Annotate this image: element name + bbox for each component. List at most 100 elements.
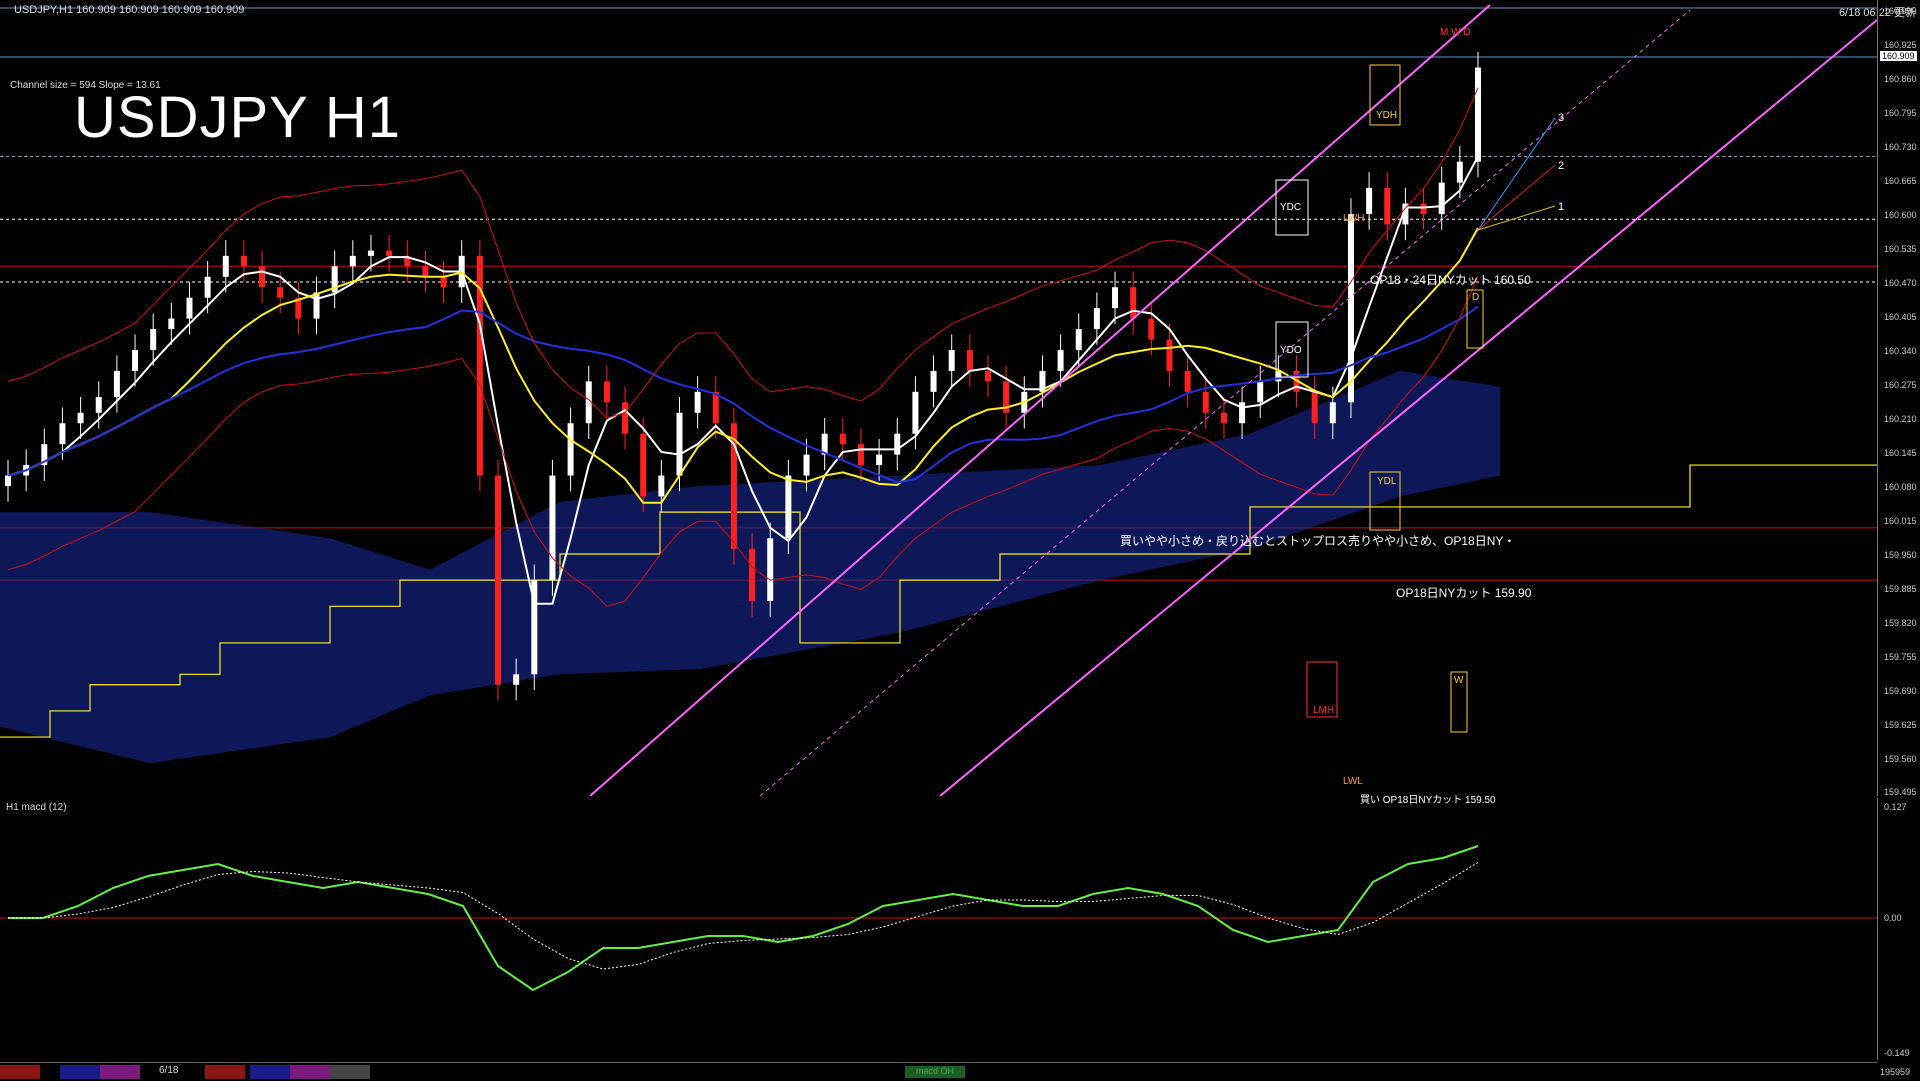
ydc-label: YDC [1280,202,1302,213]
candle-body [1438,182,1445,214]
candle-body [495,475,501,685]
channel-label-2: 2 [1558,160,1565,172]
macd-label: H1 macd (12) [6,802,67,813]
w-label: W [1454,675,1464,686]
candle-body [259,266,266,288]
candle-body [966,350,973,371]
candle-body [1475,67,1481,162]
candle-body [640,433,647,497]
candle-body [622,402,629,434]
candle-body [77,412,84,424]
candle-body [1075,329,1082,350]
candle-body [857,444,864,466]
candle-body [168,318,175,330]
candle-body [386,250,393,256]
candle-body [549,475,556,581]
lmh-label: LMH [1313,705,1335,716]
price-tick: 160.470 [1884,278,1917,288]
color-swatch [330,1065,370,1079]
candle-body [1220,412,1227,424]
candle-body [1384,187,1391,225]
price-tick: 160.795 [1884,108,1917,118]
footer-date: 6/18 [159,1065,179,1076]
price-tick: 159.885 [1884,584,1917,594]
candle-body [222,255,229,277]
color-swatch [290,1065,330,1079]
candle-body [150,329,157,350]
candle-body [422,266,429,277]
candle-body [1329,402,1336,424]
lwh-label: LWH [1343,213,1365,224]
candle-body [1112,287,1119,309]
price-scale[interactable]: 160.990 160.925 160.909 160.860 160.795 … [1877,0,1920,797]
candle-body [1311,391,1318,424]
ydo-label: YDO [1280,345,1302,356]
candle-body [113,370,120,398]
candle-body [803,454,810,476]
price-tick: 159.495 [1884,787,1917,797]
candle-body [894,433,901,455]
candle-body [313,292,320,319]
candle-body [676,412,683,476]
channel-lower-line [939,19,1877,796]
comment-label: 買いやや小さめ・戻り込むとストップロス売りやや小さめ、OP18日NY・ [1120,534,1516,548]
candle-body [985,370,991,382]
candle-body [513,674,520,685]
candle-body [186,297,193,319]
candle-body [1257,381,1264,403]
ydl-label: YDL [1377,476,1397,487]
macd-panel[interactable] [0,798,1877,1060]
candle-body [694,391,701,413]
candle-body [1420,203,1427,214]
cut-lower-label: OP18日NYカット 159.90 [1396,586,1532,600]
candle-body [1347,214,1354,403]
price-tick: 159.820 [1884,618,1917,628]
candle-body [567,423,574,476]
candle-body [1366,187,1373,214]
candle-body [839,433,846,445]
macd-tag[interactable]: macd OH [905,1066,965,1078]
candle-body [1456,161,1463,183]
candle-body [1239,402,1246,424]
price-tick: 160.860 [1884,74,1917,84]
color-swatch [205,1065,245,1079]
candle-body [1202,391,1209,413]
candle-body [749,548,756,602]
ydh-label: YDH [1376,110,1398,121]
macd-tick: 0.127 [1884,802,1907,812]
price-tick: 160.340 [1884,346,1917,356]
candle-body [876,454,883,466]
candle-body [277,287,284,298]
chart-window[interactable] [0,0,1920,1080]
candle-body [95,397,102,413]
macd-tick: -0.149 [1884,1048,1910,1058]
symbol-info: USDJPY,H1 160.909 160.909 160.909 160.90… [14,4,245,16]
price-tick: 160.210 [1884,414,1917,424]
candle-body [658,475,665,497]
color-swatch [250,1065,290,1079]
candle-body [785,475,792,539]
price-tick: 160.665 [1884,176,1917,186]
channel-mid-line [759,9,1691,796]
projection-1 [1477,205,1556,231]
price-tick: 159.560 [1884,754,1917,764]
candle-body [767,538,774,602]
candle-body [712,391,719,424]
price-tick: 159.690 [1884,686,1917,696]
candle-body [5,475,11,486]
price-tick: 159.755 [1884,652,1917,662]
cut-bottom-label: 買い OP18日NYカット 159.50 [1360,795,1496,806]
price-tick: 159.950 [1884,550,1917,560]
candle-body [349,255,356,267]
price-tick: 160.600 [1884,210,1917,220]
candle-body [912,391,919,434]
candle-body [440,276,447,288]
price-tick: 159.625 [1884,720,1917,730]
footer-number: 195959 [1880,1067,1911,1077]
price-tick: 160.730 [1884,142,1917,152]
candle-body [240,255,247,267]
macd-scale[interactable]: 0.127 0.00 -0.149 [1877,798,1920,1060]
candle-body [1184,370,1191,392]
price-tick: 160.275 [1884,380,1917,390]
candle-body [204,276,211,298]
